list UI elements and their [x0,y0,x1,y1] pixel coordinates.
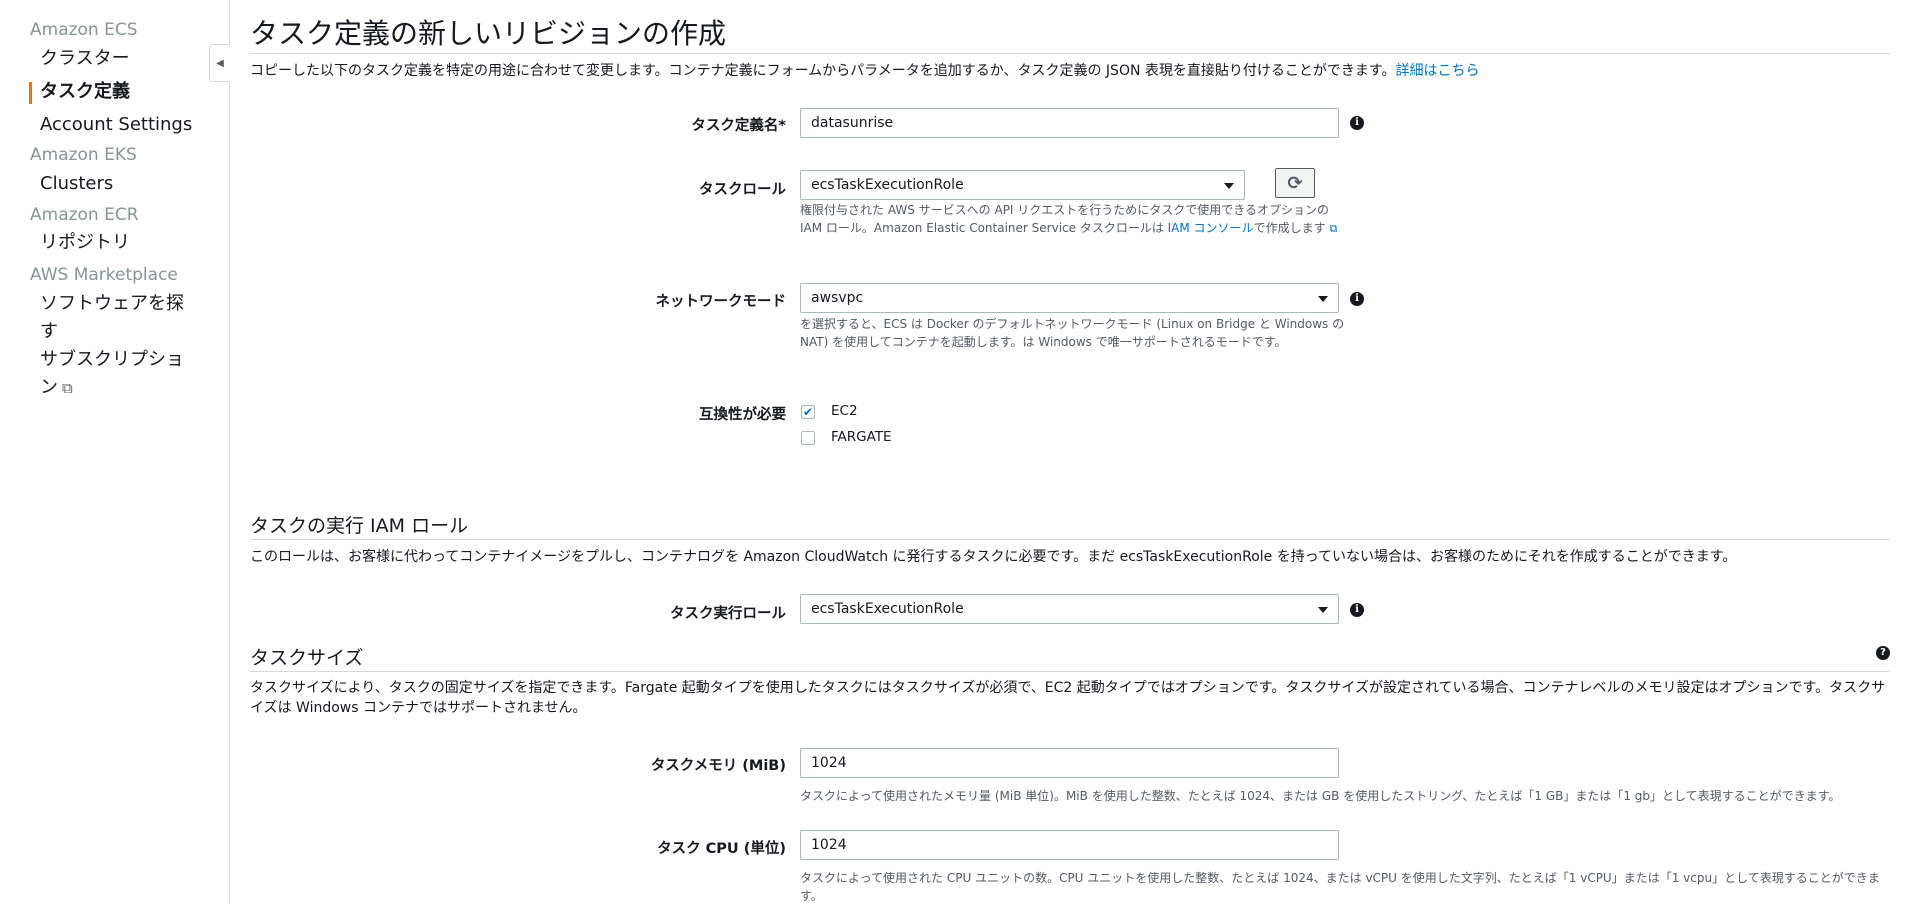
sidebar-section-eks: Amazon EKS [30,145,137,165]
fargate-checkbox-label[interactable]: FARGATE [831,429,892,445]
task-size-description-line1: タスクサイズにより、タスクの固定サイズを指定できます。Fargate 起動タイプ… [250,680,1886,696]
network-mode-value: awsvpc [811,290,864,306]
info-icon[interactable]: i [1350,292,1364,306]
task-cpu-help-line2: す。 [800,889,823,903]
task-cpu-input[interactable]: 1024 [800,830,1339,860]
execution-role-divider [250,539,1890,540]
caret-down-icon [1224,183,1234,189]
execution-role-select[interactable]: ecsTaskExecutionRole [800,594,1339,624]
sidebar-section-marketplace: AWS Marketplace [30,265,178,285]
compatibility-label: 互換性が必要 [699,407,786,423]
external-link-icon: ⧉ [62,379,73,397]
task-memory-help: タスクによって使用されたメモリ量 (MiB 単位)。MiB を使用した整数、たと… [800,789,1841,803]
execution-role-value: ecsTaskExecutionRole [811,601,964,617]
help-icon[interactable]: ? [1876,646,1890,660]
main-content: タスク定義の新しいリビジョンの作成 コピーした以下のタスク定義を特定の用途に合わ… [250,0,1890,904]
checkmark-icon: ✔ [802,405,814,419]
sidebar-collapse-button[interactable]: ◀ [209,44,230,82]
task-role-select[interactable]: ecsTaskExecutionRole [800,170,1245,200]
iam-console-link[interactable]: IAM コンソール [1168,221,1254,235]
sidebar-section-ecs: Amazon ECS [30,20,138,40]
task-role-label: タスクロール [699,182,786,198]
network-mode-help-line1: を選択すると、ECS は Docker のデフォルトネットワークモード (Lin… [800,317,1345,331]
task-size-description: タスクサイズにより、タスクの固定サイズを指定できます。Fargate 起動タイプ… [250,678,1885,718]
sidebar-item-discover-software[interactable]: ソフトウェアを探す [40,290,190,346]
task-memory-label: タスクメモリ (MiB) [650,758,786,774]
task-role-help: 権限付与された AWS サービスへの API リクエストを行うためにタスクで使用… [800,201,1337,238]
task-role-value: ecsTaskExecutionRole [811,177,964,193]
task-def-name-label: タスク定義名* [691,118,786,134]
task-role-help-line2: IAM ロール。Amazon Elastic Container Service… [800,219,1337,238]
sidebar: Amazon ECS クラスター タスク定義 Account Settings … [0,0,230,904]
caret-down-icon [1318,296,1328,302]
task-cpu-help: タスクによって使用された CPU ユニットの数。CPU ユニットを使用した整数、… [800,869,1880,905]
task-size-divider [250,671,1890,672]
sidebar-active-indicator [29,82,32,104]
page-description: コピーした以下のタスク定義を特定の用途に合わせて変更します。コンテナ定義にフォー… [250,60,1479,80]
fargate-checkbox[interactable] [801,431,815,445]
task-role-help-prefix: IAM ロール。Amazon Elastic Container Service… [800,221,1168,235]
ec2-checkbox[interactable]: ✔ [801,405,815,419]
task-size-description-line2: イズは Windows コンテナではサポートされません。 [250,700,587,716]
network-mode-help: を選択すると、ECS は Docker のデフォルトネットワークモード (Lin… [800,315,1344,351]
caret-down-icon [1318,607,1328,613]
task-memory-input[interactable]: 1024 [800,748,1339,778]
task-role-help-line1: 権限付与された AWS サービスへの API リクエストを行うためにタスクで使用… [800,203,1330,217]
title-divider [250,53,1890,54]
network-mode-label: ネットワークモード [655,294,787,310]
refresh-roles-button[interactable]: ⟳ [1275,168,1315,198]
page-description-text: コピーした以下のタスク定義を特定の用途に合わせて変更します。コンテナ定義にフォー… [250,63,1396,79]
network-mode-select[interactable]: awsvpc [800,283,1339,313]
sidebar-item-eks-clusters[interactable]: Clusters [40,170,113,198]
page-title: タスク定義の新しいリビジョンの作成 [250,17,727,50]
learn-more-link[interactable]: 詳細はこちら [1395,63,1479,79]
execution-role-section-title: タスクの実行 IAM ロール [250,515,469,537]
task-role-help-suffix: で作成します [1253,221,1326,235]
chevron-left-icon: ◀ [216,57,224,69]
sidebar-item-task-definitions[interactable]: タスク定義 [40,78,130,106]
execution-role-description: このロールは、お客様に代わってコンテナイメージをプルし、コンテナログを Amaz… [250,549,1737,565]
task-size-section-title: タスクサイズ [250,647,364,669]
external-link-icon: ⧉ [1329,222,1338,235]
execution-role-label: タスク実行ロール [670,606,786,622]
refresh-icon: ⟳ [1287,172,1303,194]
network-mode-help-line2: NAT) を使用してコンテナを起動します。は Windows で唯一サポートされ… [800,335,1287,349]
ec2-checkbox-label[interactable]: EC2 [831,403,858,419]
sidebar-item-repositories[interactable]: リポジトリ [40,229,130,257]
sidebar-item-account-settings[interactable]: Account Settings [40,111,192,139]
task-cpu-label: タスク CPU (単位) [657,841,786,857]
task-def-name-input[interactable]: datasunrise [800,108,1339,138]
info-icon[interactable]: i [1350,116,1364,130]
info-icon[interactable]: i [1350,603,1364,617]
sidebar-item-subscriptions[interactable]: サブスクリプション ⧉ [40,346,200,402]
sidebar-item-clusters[interactable]: クラスター [40,45,130,73]
task-cpu-help-line1: タスクによって使用された CPU ユニットの数。CPU ユニットを使用した整数、… [800,871,1880,885]
sidebar-section-ecr: Amazon ECR [30,205,139,225]
